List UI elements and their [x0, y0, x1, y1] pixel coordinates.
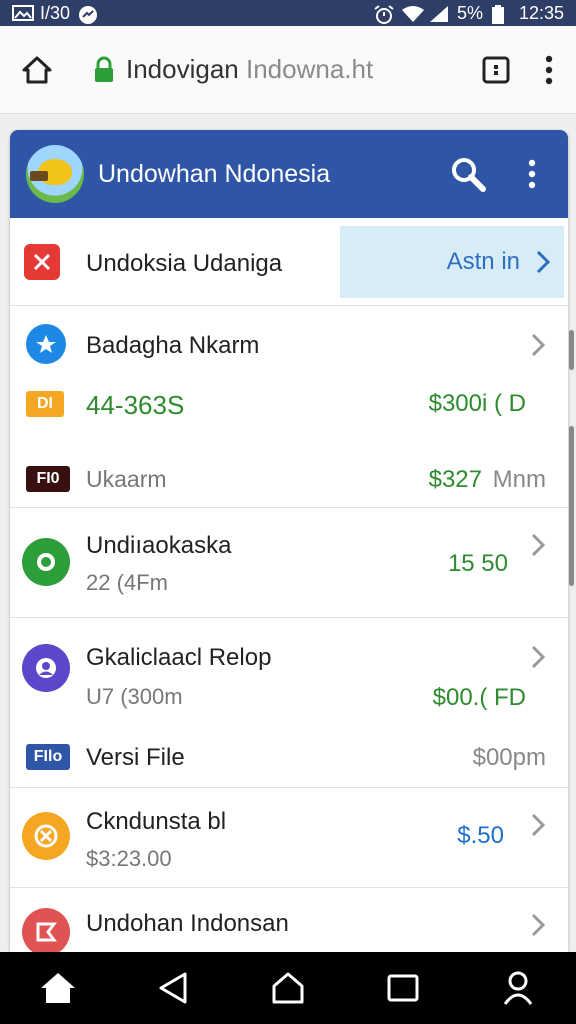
file-label: Versi File: [86, 744, 185, 771]
home-outline-icon[interactable]: [258, 958, 318, 1018]
list-item-sub: U7 (300m: [86, 684, 183, 709]
list-item-label: Undoksia Udaniga: [86, 250, 283, 277]
chevron-right-icon: [530, 912, 550, 940]
file-badge: FI0: [26, 466, 70, 492]
battery-icon: [491, 5, 511, 24]
list-item-label: Ckndunsta bl: [86, 808, 227, 835]
chevron-right-icon: [530, 812, 550, 840]
chevron-right-icon: [530, 532, 550, 560]
logo-icon[interactable]: [26, 145, 84, 203]
item-amount: $00pm: [472, 744, 546, 771]
signal-icon: [429, 5, 449, 22]
item-amount: $.50: [457, 822, 504, 849]
file-badge: FIlo: [26, 744, 70, 770]
item-amount: 15 50: [447, 550, 508, 577]
home-icon[interactable]: [28, 958, 88, 1018]
tag-badge: DI: [26, 391, 64, 417]
system-nav-bar: [0, 952, 576, 1024]
list-item-sub: 22 (4Fm: [86, 570, 168, 595]
list-item[interactable]: Undoksia Udaniga Astn in: [10, 218, 568, 306]
status-left-text: I/30: [40, 2, 71, 23]
chevron-right-icon: [536, 250, 550, 274]
lock-icon: [90, 50, 118, 90]
chevron-right-icon: [530, 644, 550, 672]
list-item-label: Gkaliclaacl Relop: [86, 644, 272, 671]
scrollbar[interactable]: [569, 330, 574, 370]
item-amount: $327: [428, 466, 482, 493]
app-header: Undowhan Ndonesia: [10, 130, 568, 218]
flag-icon: [22, 908, 70, 952]
list-item[interactable]: Undohan Indonsan: [10, 888, 568, 952]
list-item-label: Undiıaokaska: [86, 532, 232, 559]
list-item[interactable]: Badagha Nkarm DI 44-363S $300i ( D FI0 U…: [10, 306, 568, 508]
status-bar: I/30 5% 12:35: [0, 0, 576, 26]
item-list: Undoksia Udaniga Astn in Badagha Nkarm D…: [10, 218, 568, 952]
list-item[interactable]: Gkaliclaacl Relop U7 (300m $00.( FD FIlo…: [10, 618, 568, 788]
recents-icon[interactable]: [373, 958, 433, 1018]
browser-toolbar: Indovigan Indowna.ht: [0, 26, 576, 114]
sign-in-button[interactable]: Astn in: [340, 226, 564, 298]
alarm-icon: [373, 5, 394, 24]
url-host: Indowna.ht: [246, 54, 374, 84]
image-icon: [12, 5, 34, 21]
item-amount: $00.( FD: [432, 684, 526, 711]
tab-switcher-icon[interactable]: [474, 48, 518, 92]
status-time: 12:35: [518, 2, 564, 23]
item-sub-label: Ukaarm: [86, 466, 167, 492]
more-vertical-icon[interactable]: [536, 48, 562, 92]
list-item-sub: $3:23.00: [86, 846, 172, 871]
chevron-right-icon: [530, 332, 550, 360]
app-title: Undowhan Ndonesia: [98, 159, 331, 188]
item-code: 44-363S: [86, 390, 185, 420]
home-icon[interactable]: [14, 47, 60, 93]
scrollbar-track: [569, 426, 574, 586]
status-right: 5% 12:35: [373, 3, 564, 24]
user-icon: [22, 644, 70, 692]
app-card: Undowhan Ndonesia Undoksia Udaniga Astn …: [10, 130, 568, 952]
chat-icon: [22, 538, 70, 586]
close-icon: [24, 244, 60, 280]
back-icon[interactable]: [143, 958, 203, 1018]
item-amount: $300i ( D: [428, 390, 526, 417]
messenger-icon: [78, 5, 98, 24]
more-vertical-icon[interactable]: [512, 150, 552, 198]
url-site: Indovigan: [126, 54, 239, 84]
list-item[interactable]: Ckndunsta bl $3:23.00 $.50: [10, 788, 568, 888]
list-item-label: Badagha Nkarm: [86, 332, 260, 359]
star-icon: [26, 324, 66, 364]
wifi-icon: [401, 5, 424, 22]
profile-icon[interactable]: [488, 958, 548, 1018]
address-bar[interactable]: Indovigan Indowna.ht: [126, 54, 373, 85]
status-left: I/30: [12, 3, 98, 24]
list-item[interactable]: Undiıaokaska 22 (4Fm 15 50: [10, 508, 568, 618]
x-circle-icon: [22, 812, 70, 860]
item-amount-suffix: Mnm: [492, 466, 546, 493]
search-icon[interactable]: [444, 150, 492, 198]
sign-in-label: Astn in: [446, 248, 520, 275]
list-item-label: Undohan Indonsan: [86, 910, 289, 937]
battery-percent: 5%: [456, 2, 483, 23]
